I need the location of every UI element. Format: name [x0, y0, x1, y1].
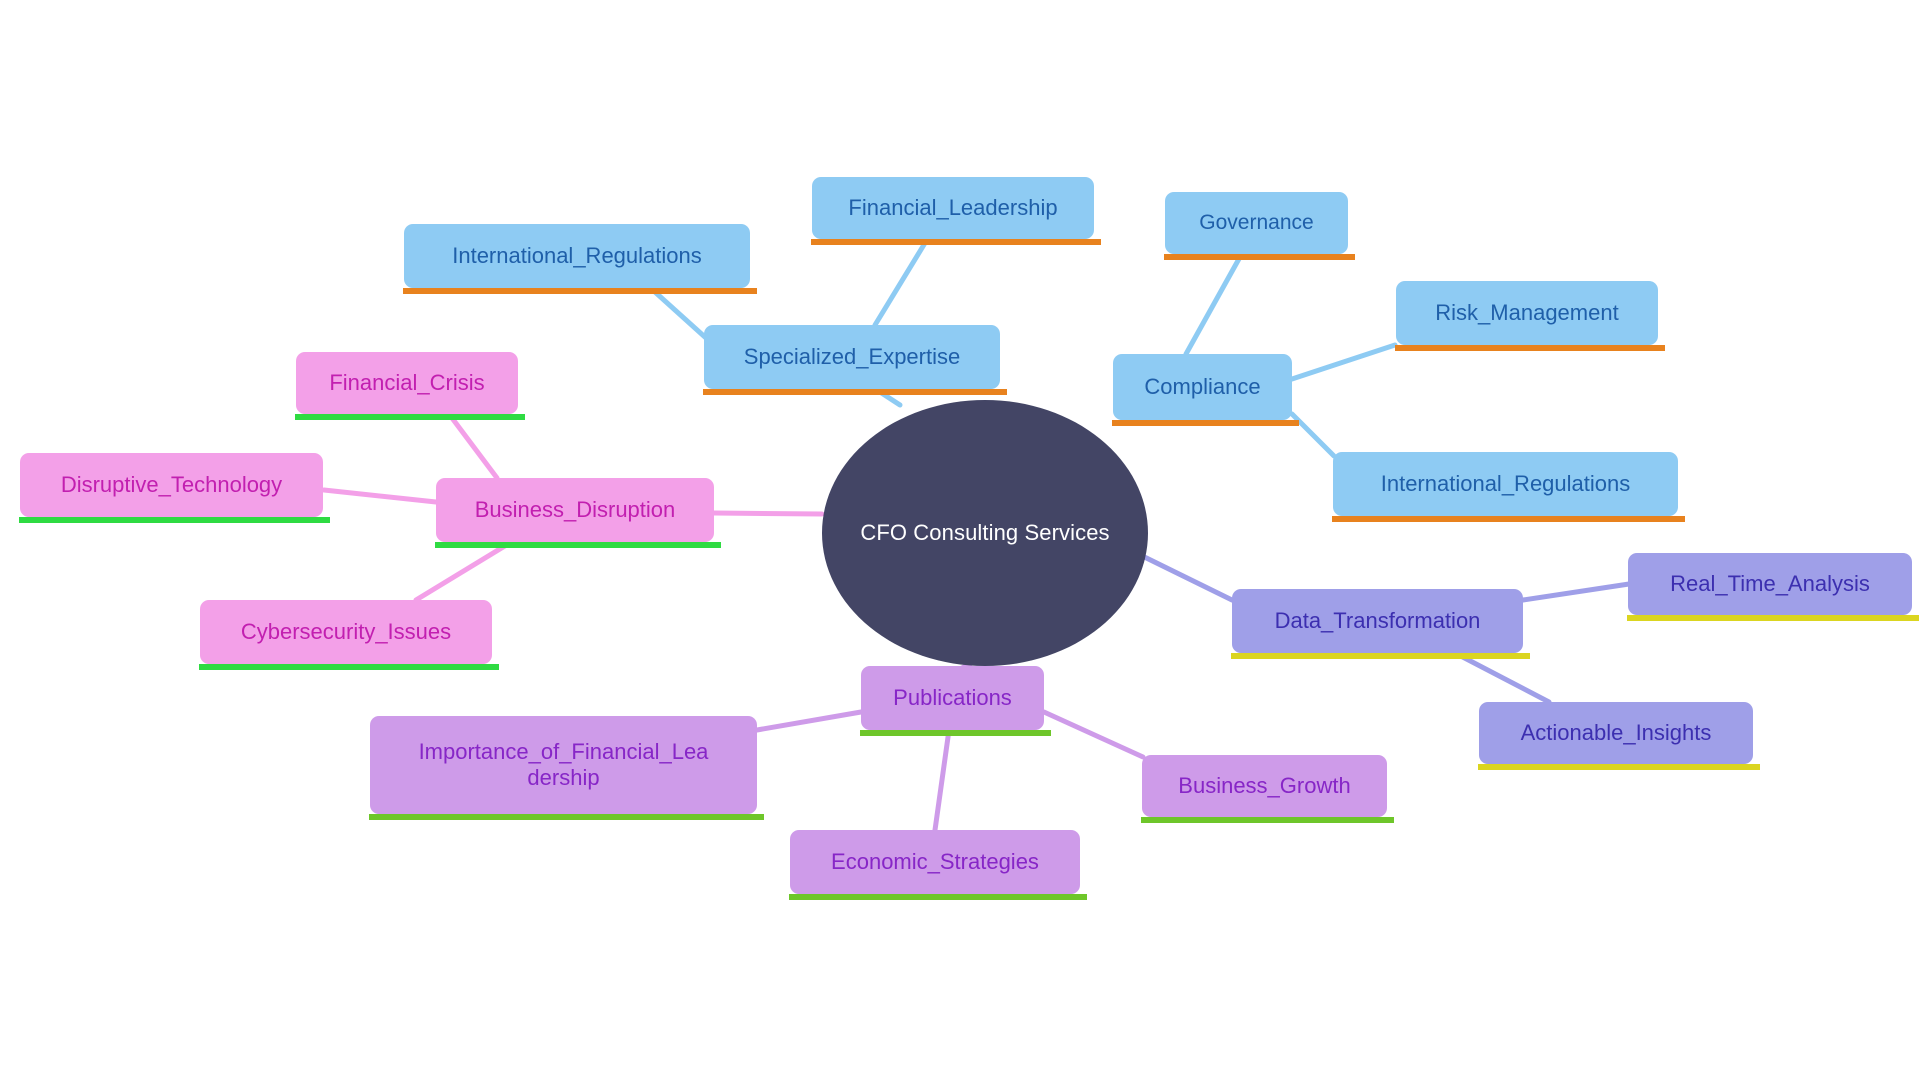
mindmap-node-label: Data_Transformation [1274, 608, 1481, 634]
mindmap-node-compliance[interactable]: Compliance [1112, 354, 1299, 426]
mindmap-node-label: Importance_of_Financial_Lea dership [418, 739, 709, 790]
mindmap-node-label: Financial_Crisis [329, 370, 485, 396]
mindmap-canvas: CFO Consulting Services Specialized_Exper… [0, 0, 1920, 1080]
mindmap-node-financial-crisis[interactable]: Financial_Crisis [295, 352, 525, 420]
mindmap-edge [1452, 650, 1552, 705]
mindmap-node-label: Business_Growth [1178, 773, 1351, 799]
mindmap-node-actionable-insights[interactable]: Actionable_Insights [1478, 702, 1760, 770]
mindmap-node-governance[interactable]: Governance [1164, 192, 1355, 260]
mindmap-node-label: Compliance [1144, 374, 1261, 400]
mindmap-node-label: Real_Time_Analysis [1670, 571, 1870, 597]
mindmap-edge [754, 709, 864, 733]
mindmap-edge [1183, 254, 1243, 357]
mindmap-edge [1289, 342, 1398, 382]
mindmap-node-label: Risk_Management [1435, 300, 1619, 326]
mindmap-edge [652, 289, 709, 341]
mindmap-node-publications[interactable]: Publications [860, 666, 1051, 736]
mindmap-node-label: Economic_Strategies [831, 849, 1039, 875]
mindmap-node-economic-strategies[interactable]: Economic_Strategies [789, 830, 1087, 900]
mindmap-node-label: Financial_Leadership [848, 195, 1058, 221]
mindmap-node-label: International_Regulations [1380, 471, 1631, 497]
mindmap-edge [872, 240, 928, 328]
mindmap-node-business-growth[interactable]: Business_Growth [1141, 755, 1394, 823]
mindmap-node-label: Cybersecurity_Issues [240, 619, 452, 645]
mindmap-node-label: International_Regulations [452, 243, 702, 269]
mindmap-node-cybersecurity-issues[interactable]: Cybersecurity_Issues [199, 600, 499, 670]
mindmap-edge [1520, 581, 1632, 603]
mindmap-edge [1041, 709, 1146, 760]
mindmap-node-disruptive-technology[interactable]: Disruptive_Technology [19, 453, 330, 523]
mindmap-node-label: Business_Disruption [474, 497, 676, 523]
mindmap-node-risk-management[interactable]: Risk_Management [1395, 281, 1665, 351]
mindmap-edge [413, 541, 511, 603]
mindmap-node-business-disruption[interactable]: Business_Disruption [435, 478, 721, 548]
mindmap-node-international-regulations-left[interactable]: International_Regulations [403, 224, 757, 294]
mindmap-node-specialized-expertise[interactable]: Specialized_Expertise [703, 325, 1007, 395]
mindmap-edge [449, 415, 500, 481]
mindmap-edge [932, 727, 952, 833]
mindmap-node-label: Governance [1199, 210, 1314, 234]
mindmap-node-international-regulations-right[interactable]: International_Regulations [1332, 452, 1685, 522]
mindmap-edge [321, 487, 439, 505]
mindmap-root-label: CFO Consulting Services [860, 520, 1110, 546]
mindmap-node-importance-of-financial-leadership[interactable]: Importance_of_Financial_Lea dership [369, 716, 764, 820]
mindmap-edge [711, 510, 825, 517]
mindmap-node-label: Actionable_Insights [1520, 720, 1712, 746]
mindmap-node-label: Disruptive_Technology [60, 472, 283, 498]
mindmap-node-real-time-analysis[interactable]: Real_Time_Analysis [1627, 553, 1919, 621]
mindmap-node-label: Publications [893, 685, 1012, 711]
mindmap-root-node[interactable]: CFO Consulting Services [822, 400, 1148, 666]
mindmap-node-label: Specialized_Expertise [743, 344, 961, 370]
mindmap-node-data-transformation[interactable]: Data_Transformation [1231, 589, 1530, 659]
mindmap-node-financial-leadership[interactable]: Financial_Leadership [811, 177, 1101, 245]
